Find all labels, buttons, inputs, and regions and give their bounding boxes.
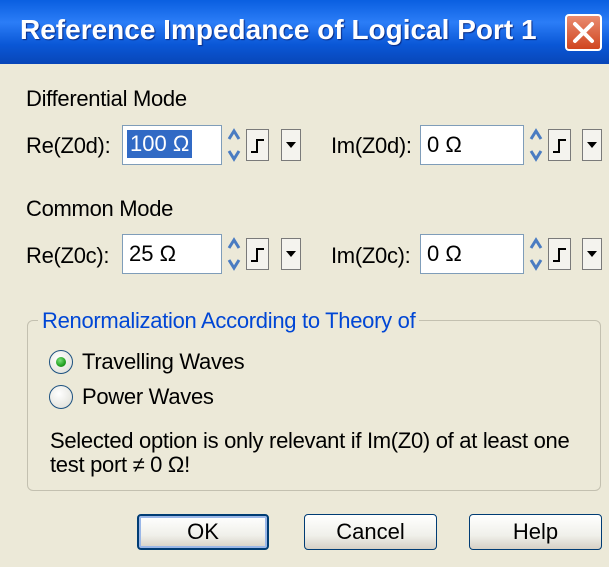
re-z0d-input[interactable]: 100 Ω — [122, 125, 222, 165]
im-z0d-spinner[interactable] — [528, 125, 544, 165]
im-z0c-value: 0 Ω — [427, 241, 462, 266]
im-z0c-dropdown-button[interactable] — [582, 238, 602, 270]
re-z0c-step-button[interactable] — [246, 238, 269, 270]
power-waves-label[interactable]: Power Waves — [82, 384, 214, 410]
dropdown-arrow-icon — [587, 251, 597, 257]
step-size-icon — [553, 139, 566, 153]
im-z0d-step-button[interactable] — [548, 129, 571, 161]
im-z0d-dropdown-button[interactable] — [582, 129, 602, 161]
im-z0c-spinner[interactable] — [528, 234, 544, 274]
cancel-button[interactable]: Cancel — [304, 514, 437, 550]
im-z0c-label: Im(Z0c): — [331, 243, 411, 268]
dropdown-arrow-icon — [286, 251, 296, 257]
im-z0d-input[interactable]: 0 Ω — [420, 125, 524, 165]
radio-selected-dot — [56, 357, 66, 367]
renormalization-note-line-2: test port ≠ 0 Ω! — [50, 452, 190, 477]
step-size-icon — [251, 139, 264, 153]
re-z0d-step-button[interactable] — [246, 129, 269, 161]
ok-button[interactable]: OK — [137, 514, 269, 550]
im-z0c-step-button[interactable] — [548, 238, 571, 270]
help-button[interactable]: Help — [469, 514, 602, 550]
travelling-waves-label[interactable]: Travelling Waves — [82, 349, 245, 375]
dropdown-arrow-icon — [286, 142, 296, 148]
window-title: Reference Impedance of Logical Port 1 — [20, 14, 537, 45]
step-size-icon — [251, 248, 264, 262]
re-z0d-value: 100 Ω — [125, 129, 194, 159]
re-z0d-dropdown-button[interactable] — [281, 129, 301, 161]
power-waves-radio[interactable] — [49, 385, 73, 409]
spin-up-icon[interactable] — [226, 125, 242, 145]
renormalization-note-line-1: Selected option is only relevant if Im(Z… — [50, 428, 570, 453]
re-z0c-dropdown-button[interactable] — [281, 238, 301, 270]
spin-up-icon[interactable] — [528, 125, 544, 145]
close-button[interactable] — [565, 14, 602, 51]
spin-down-icon[interactable] — [226, 145, 242, 165]
re-z0c-value: 25 Ω — [129, 241, 177, 266]
re-z0c-label: Re(Z0c): — [26, 243, 110, 268]
spin-down-icon[interactable] — [528, 254, 544, 274]
re-z0c-input[interactable]: 25 Ω — [122, 234, 222, 274]
dropdown-arrow-icon — [587, 142, 597, 148]
spin-down-icon[interactable] — [528, 145, 544, 165]
title-bar: Reference Impedance of Logical Port 1 — [0, 0, 609, 64]
spin-up-icon[interactable] — [528, 234, 544, 254]
step-size-icon — [553, 248, 566, 262]
common-mode-heading: Common Mode — [26, 196, 174, 221]
travelling-waves-radio[interactable] — [49, 350, 73, 374]
spin-up-icon[interactable] — [226, 234, 242, 254]
spin-down-icon[interactable] — [226, 254, 242, 274]
im-z0d-value: 0 Ω — [427, 132, 462, 157]
re-z0d-spinner[interactable] — [226, 125, 242, 165]
im-z0c-input[interactable]: 0 Ω — [420, 234, 524, 274]
renormalization-group-title: Renormalization According to Theory of — [38, 308, 420, 334]
re-z0d-label: Re(Z0d): — [26, 133, 111, 158]
im-z0d-label: Im(Z0d): — [331, 133, 412, 158]
close-icon — [573, 22, 594, 43]
differential-mode-heading: Differential Mode — [26, 86, 187, 111]
re-z0c-spinner[interactable] — [226, 234, 242, 274]
